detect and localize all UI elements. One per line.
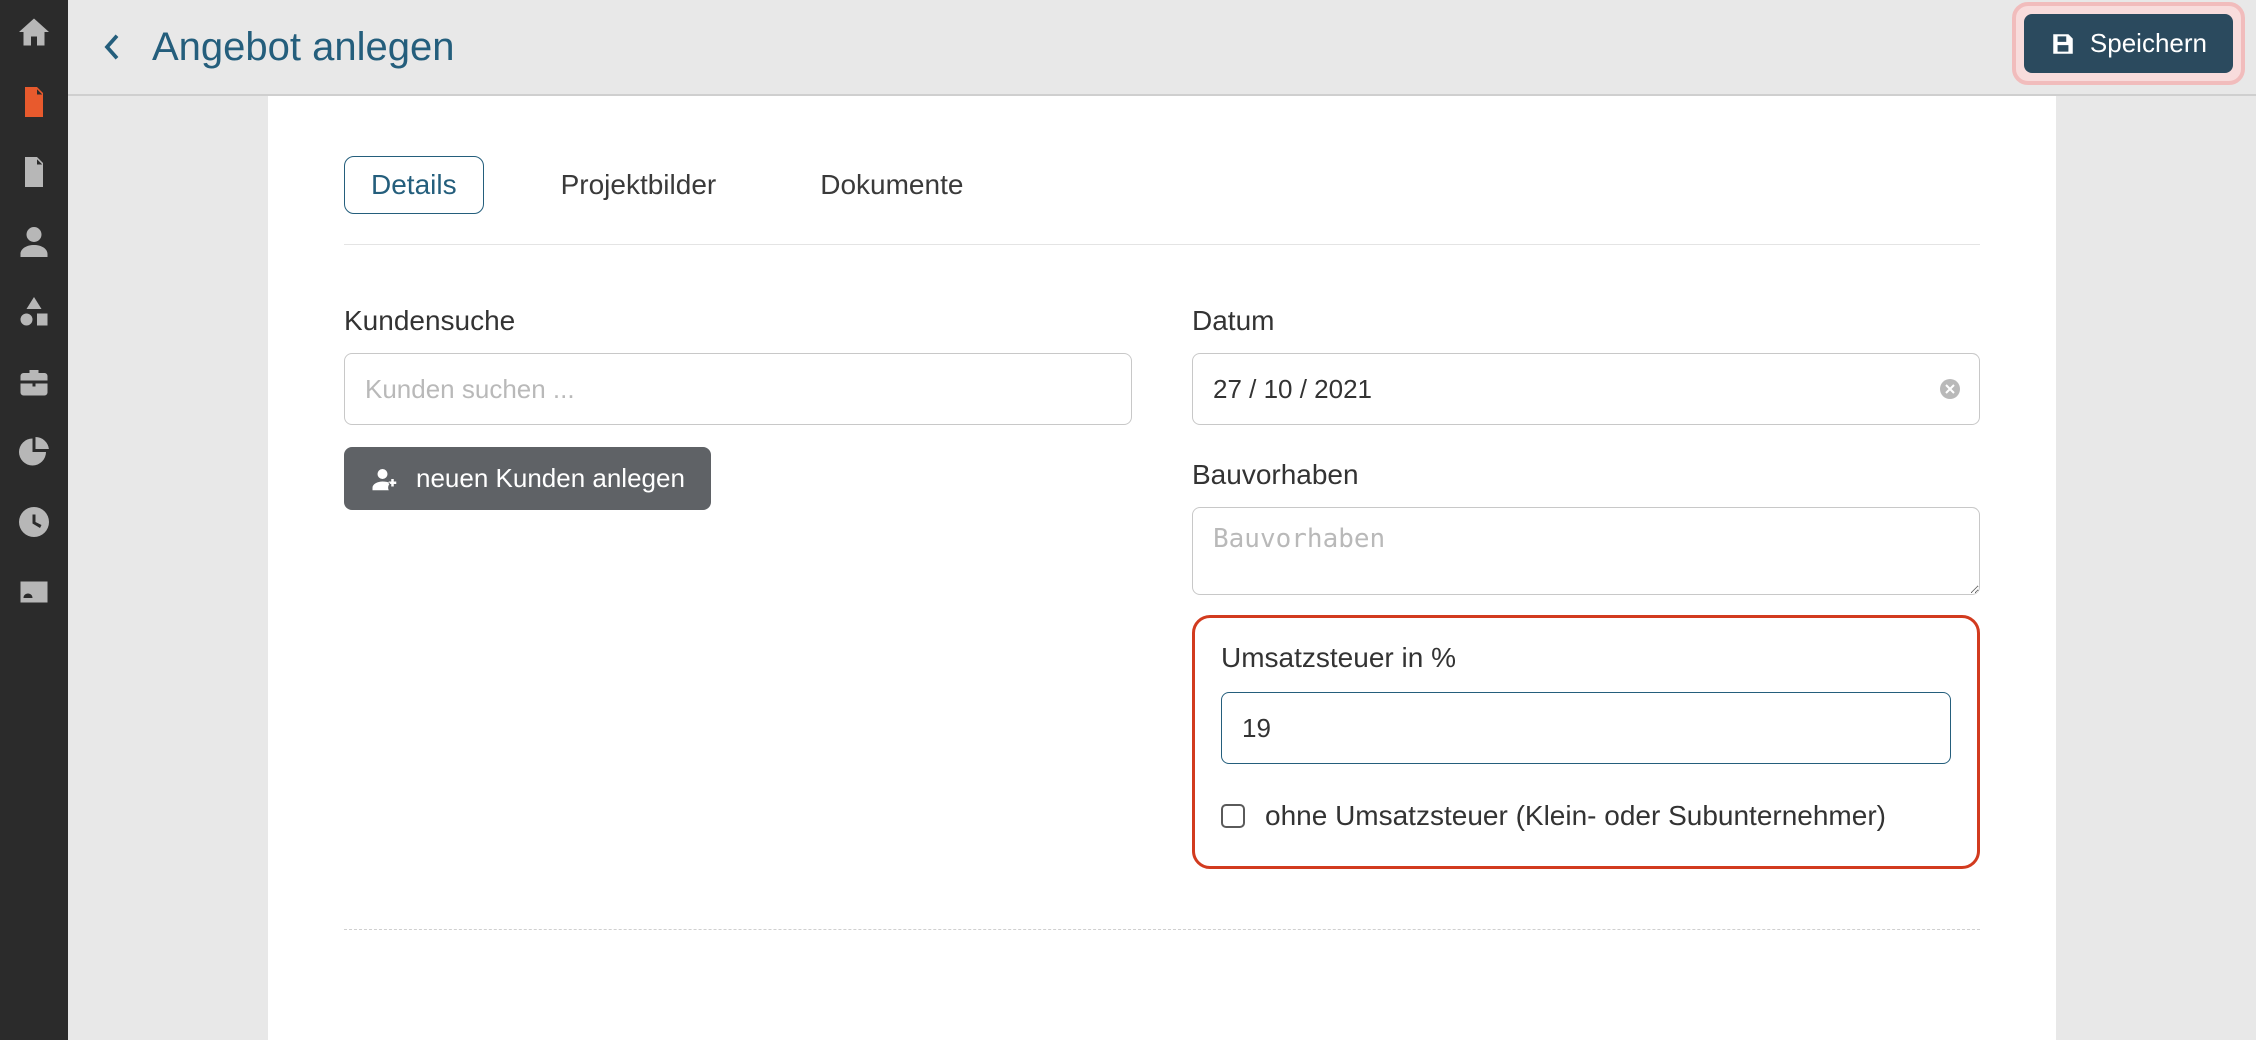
tax-input[interactable] xyxy=(1221,692,1951,764)
toolbox-icon xyxy=(16,364,52,400)
project-label: Bauvorhaben xyxy=(1192,459,1980,491)
save-button[interactable]: Speichern xyxy=(2024,14,2233,73)
tabs: Details Projektbilder Dokumente xyxy=(344,156,1980,245)
nav-tools[interactable] xyxy=(14,362,54,402)
nav-customers[interactable] xyxy=(14,222,54,262)
page-title: Angebot anlegen xyxy=(152,25,455,70)
chart-pie-icon xyxy=(16,434,52,470)
document-icon xyxy=(16,84,52,120)
form-grid: Kundensuche neuen Kunden anlegen Datum xyxy=(344,305,1980,869)
chevron-left-icon xyxy=(102,32,122,62)
date-input[interactable] xyxy=(1192,353,1980,425)
customer-search-label: Kundensuche xyxy=(344,305,1132,337)
tab-details[interactable]: Details xyxy=(344,156,484,214)
tax-label: Umsatzsteuer in % xyxy=(1221,642,1951,674)
nav-reports[interactable] xyxy=(14,432,54,472)
tax-exempt-checkbox[interactable] xyxy=(1221,804,1245,828)
user-plus-icon xyxy=(370,464,400,494)
left-column: Kundensuche neuen Kunden anlegen xyxy=(344,305,1132,869)
user-icon xyxy=(16,224,52,260)
save-button-label: Speichern xyxy=(2090,28,2207,59)
back-button[interactable] xyxy=(92,27,132,67)
tax-checkbox-row: ohne Umsatzsteuer (Klein- oder Subuntern… xyxy=(1221,800,1951,832)
content-wrap: Details Projektbilder Dokumente Kundensu… xyxy=(68,96,2256,1040)
save-icon xyxy=(2050,31,2076,57)
tab-project-images[interactable]: Projektbilder xyxy=(534,156,744,214)
date-group: Datum xyxy=(1192,305,1980,425)
form-card: Details Projektbilder Dokumente Kundensu… xyxy=(268,96,2056,1040)
customer-search-group: Kundensuche xyxy=(344,305,1132,425)
new-customer-button[interactable]: neuen Kunden anlegen xyxy=(344,447,711,510)
contact-card-icon xyxy=(16,574,52,610)
shapes-icon xyxy=(16,294,52,330)
section-divider xyxy=(344,929,1980,930)
home-icon xyxy=(16,14,52,50)
clock-icon xyxy=(16,504,52,540)
topbar: Angebot anlegen Speichern xyxy=(68,0,2256,96)
date-input-wrap xyxy=(1192,353,1980,425)
invoice-icon xyxy=(16,154,52,190)
nav-time[interactable] xyxy=(14,502,54,542)
date-label: Datum xyxy=(1192,305,1980,337)
new-customer-button-label: neuen Kunden anlegen xyxy=(416,463,685,494)
tax-exempt-label: ohne Umsatzsteuer (Klein- oder Subuntern… xyxy=(1265,800,1886,832)
project-input[interactable] xyxy=(1192,507,1980,595)
nav-offers[interactable] xyxy=(14,82,54,122)
nav-home[interactable] xyxy=(14,12,54,52)
clear-icon xyxy=(1938,377,1962,401)
tax-highlight: Umsatzsteuer in % ohne Umsatzsteuer (Kle… xyxy=(1192,615,1980,869)
nav-invoices[interactable] xyxy=(14,152,54,192)
project-group: Bauvorhaben xyxy=(1192,459,1980,595)
tab-documents[interactable]: Dokumente xyxy=(793,156,990,214)
customer-search-input[interactable] xyxy=(344,353,1132,425)
date-clear-button[interactable] xyxy=(1938,377,1962,401)
main-area: Angebot anlegen Speichern Details Projek… xyxy=(68,0,2256,1040)
nav-items[interactable] xyxy=(14,292,54,332)
nav-contacts[interactable] xyxy=(14,572,54,612)
sidebar xyxy=(0,0,68,1040)
save-highlight: Speichern xyxy=(2012,2,2245,85)
right-column: Datum Bauvorhaben Umsatzsteue xyxy=(1192,305,1980,869)
